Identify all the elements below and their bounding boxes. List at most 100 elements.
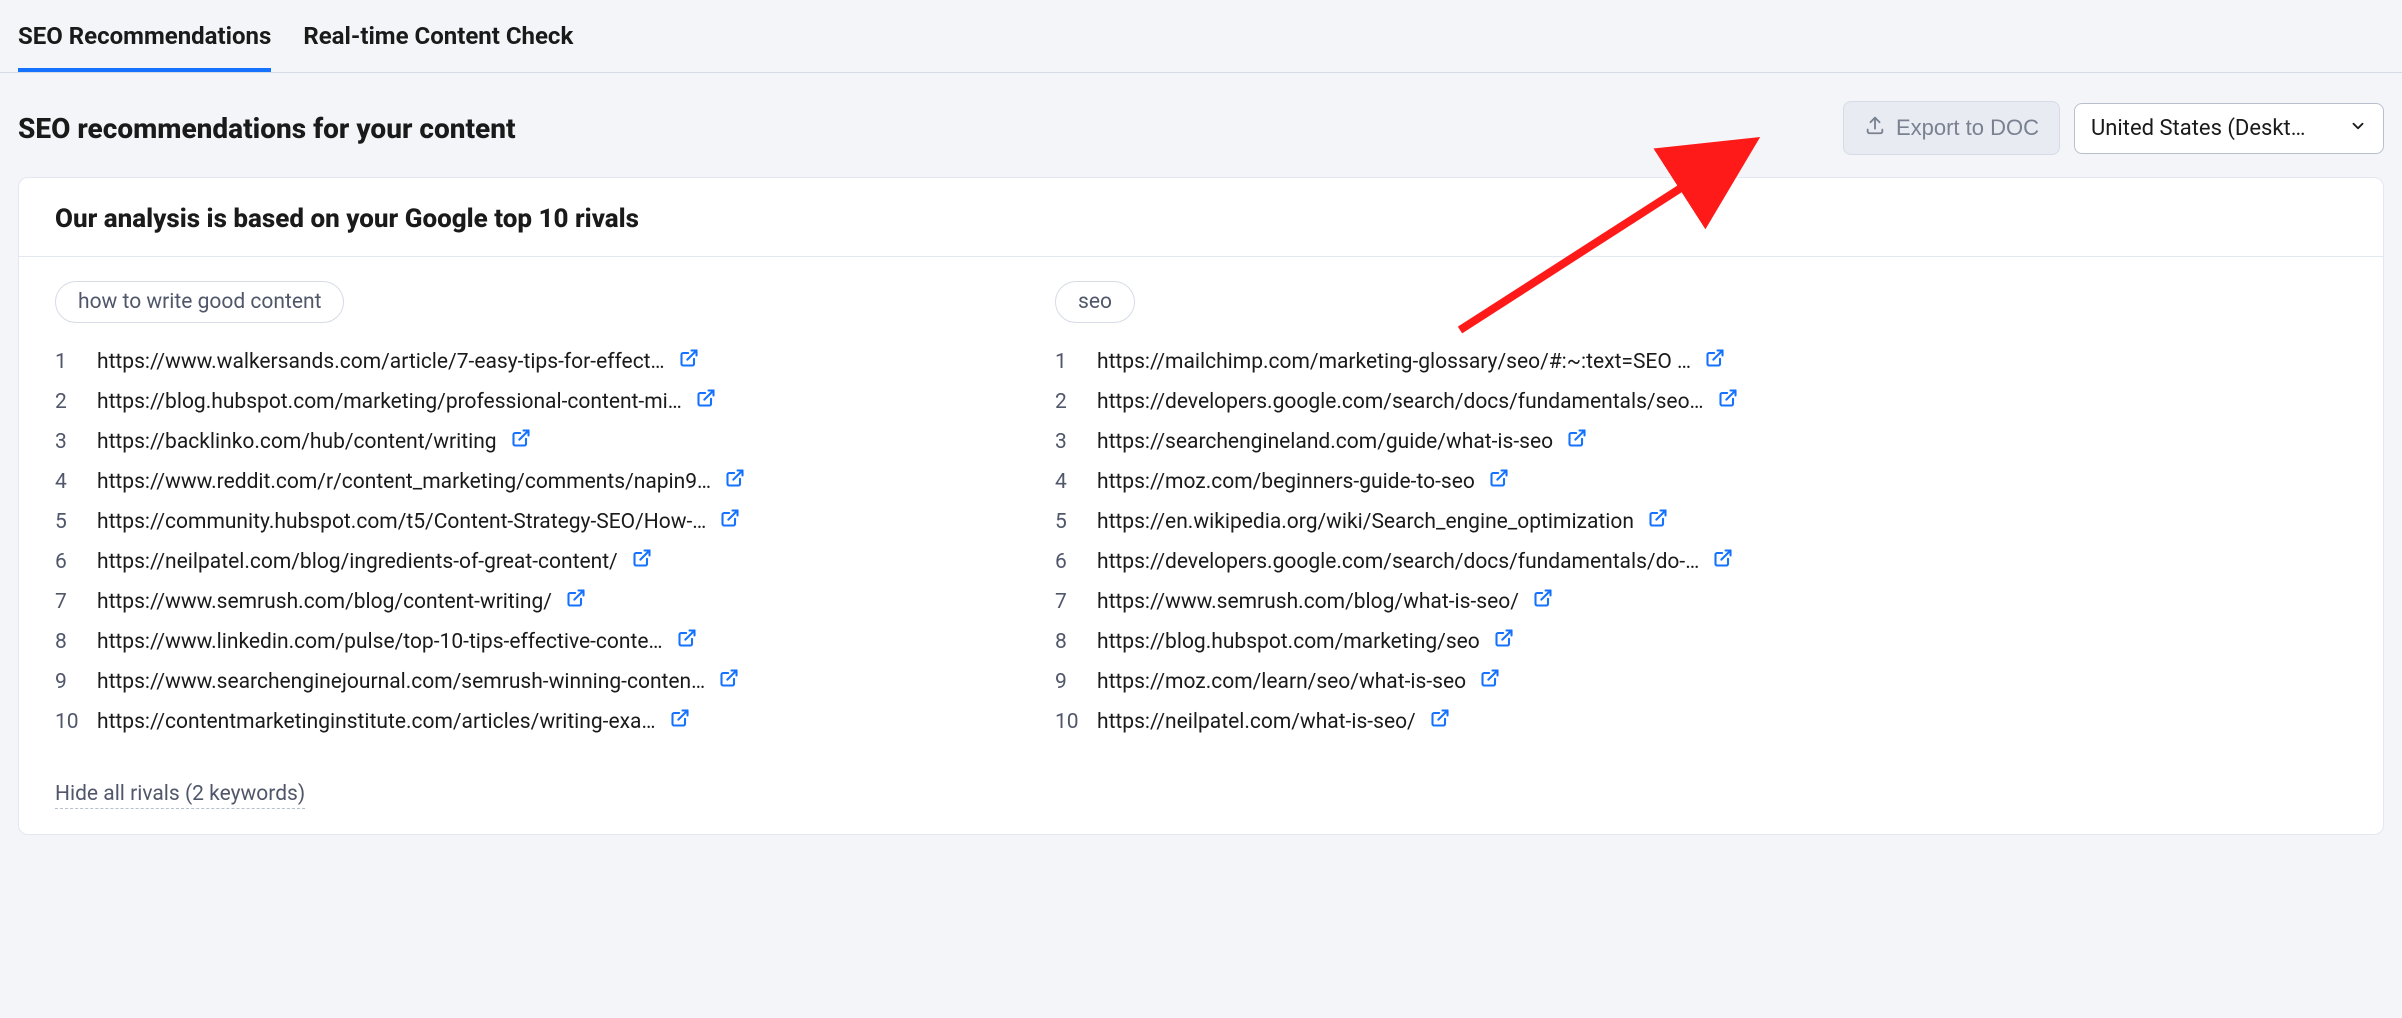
external-link-icon[interactable] <box>632 548 652 568</box>
rival-row: 7 https://www.semrush.com/blog/content-wr… <box>55 581 1015 621</box>
external-link-icon[interactable] <box>1480 668 1500 688</box>
rival-row: 8 https://blog.hubspot.com/marketing/seo <box>1055 621 2015 661</box>
rivals-columns: how to write good content 1 https://www.w… <box>19 257 2383 751</box>
rival-row: 4 https://moz.com/beginners-guide-to-seo <box>1055 461 2015 501</box>
keyword-chip[interactable]: how to write good content <box>55 281 344 323</box>
external-link-icon[interactable] <box>511 428 531 448</box>
rival-url: https://www.walkersands.com/article/7-ea… <box>97 350 665 374</box>
row-number: 5 <box>1055 510 1083 534</box>
rival-row: 9 https://www.searchenginejournal.com/sem… <box>55 661 1015 701</box>
row-number: 9 <box>1055 670 1083 694</box>
external-link-icon[interactable] <box>1494 628 1514 648</box>
rivals-list: 1 https://mailchimp.com/marketing-glossar… <box>1055 341 2015 741</box>
rival-url: https://en.wikipedia.org/wiki/Search_eng… <box>1097 510 1634 534</box>
external-link-icon[interactable] <box>720 508 740 528</box>
rivals-card-title: Our analysis is based on your Google top… <box>19 178 2383 257</box>
rivals-card: Our analysis is based on your Google top… <box>18 177 2384 835</box>
rival-url: https://www.linkedin.com/pulse/top-10-ti… <box>97 630 663 654</box>
rival-row: 10 https://contentmarketinginstitute.com/… <box>55 701 1015 741</box>
external-link-icon[interactable] <box>1533 588 1553 608</box>
rival-row: 6 https://developers.google.com/search/do… <box>1055 541 2015 581</box>
rival-url: https://neilpatel.com/blog/ingredients-o… <box>97 550 618 574</box>
rival-url: https://moz.com/learn/seo/what-is-seo <box>1097 670 1466 694</box>
row-number: 3 <box>1055 430 1083 454</box>
rival-row: 10 https://neilpatel.com/what-is-seo/ <box>1055 701 2015 741</box>
external-link-icon[interactable] <box>1705 348 1725 368</box>
row-number: 1 <box>55 350 83 374</box>
rival-row: 1 https://www.walkersands.com/article/7-e… <box>55 341 1015 381</box>
tab-seo-recommendations[interactable]: SEO Recommendations <box>18 0 271 72</box>
row-number: 2 <box>1055 390 1083 414</box>
rival-row: 8 https://www.linkedin.com/pulse/top-10-t… <box>55 621 1015 661</box>
export-label: Export to DOC <box>1896 115 2039 141</box>
rival-url: https://developers.google.com/search/doc… <box>1097 550 1699 574</box>
row-number: 8 <box>1055 630 1083 654</box>
row-number: 1 <box>1055 350 1083 374</box>
rival-url: https://community.hubspot.com/t5/Content… <box>97 510 706 534</box>
rival-url: https://www.searchenginejournal.com/semr… <box>97 670 705 694</box>
external-link-icon[interactable] <box>1718 388 1738 408</box>
rival-url: https://searchengineland.com/guide/what-… <box>1097 430 1553 454</box>
row-number: 10 <box>1055 710 1083 734</box>
rival-url: https://blog.hubspot.com/marketing/profe… <box>97 390 682 414</box>
rival-url: https://mailchimp.com/marketing-glossary… <box>1097 350 1691 374</box>
row-number: 7 <box>1055 590 1083 614</box>
external-link-icon[interactable] <box>696 388 716 408</box>
upload-icon <box>1864 114 1886 142</box>
row-number: 2 <box>55 390 83 414</box>
external-link-icon[interactable] <box>719 668 739 688</box>
rivals-column: seo 1 https://mailchimp.com/marketing-glo… <box>1055 281 2015 741</box>
chevron-down-icon <box>2349 116 2367 141</box>
rival-row: 2 https://developers.google.com/search/do… <box>1055 381 2015 421</box>
rival-url: https://moz.com/beginners-guide-to-seo <box>1097 470 1475 494</box>
external-link-icon[interactable] <box>679 348 699 368</box>
rivals-column: how to write good content 1 https://www.w… <box>55 281 1015 741</box>
row-number: 7 <box>55 590 83 614</box>
location-select[interactable]: United States (Deskt… <box>2074 103 2384 154</box>
rival-row: 9 https://moz.com/learn/seo/what-is-seo <box>1055 661 2015 701</box>
rival-row: 2 https://blog.hubspot.com/marketing/prof… <box>55 381 1015 421</box>
rival-url: https://developers.google.com/search/doc… <box>1097 390 1704 414</box>
row-number: 8 <box>55 630 83 654</box>
rival-url: https://backlinko.com/hub/content/writin… <box>97 430 497 454</box>
row-number: 5 <box>55 510 83 534</box>
rival-url: https://www.reddit.com/r/content_marketi… <box>97 470 711 494</box>
row-number: 4 <box>55 470 83 494</box>
row-number: 3 <box>55 430 83 454</box>
row-number: 10 <box>55 710 83 734</box>
rival-url: https://neilpatel.com/what-is-seo/ <box>1097 710 1416 734</box>
external-link-icon[interactable] <box>1713 548 1733 568</box>
rival-row: 5 https://community.hubspot.com/t5/Conten… <box>55 501 1015 541</box>
row-number: 6 <box>1055 550 1083 574</box>
location-select-label: United States (Deskt… <box>2091 116 2305 141</box>
external-link-icon[interactable] <box>725 468 745 488</box>
external-link-icon[interactable] <box>566 588 586 608</box>
external-link-icon[interactable] <box>670 708 690 728</box>
rival-row: 3 https://searchengineland.com/guide/what… <box>1055 421 2015 461</box>
external-link-icon[interactable] <box>1489 468 1509 488</box>
rival-row: 1 https://mailchimp.com/marketing-glossar… <box>1055 341 2015 381</box>
keyword-chip[interactable]: seo <box>1055 281 1135 323</box>
hide-rivals-link[interactable]: Hide all rivals (2 keywords) <box>55 782 305 809</box>
rival-url: https://blog.hubspot.com/marketing/seo <box>1097 630 1480 654</box>
header-actions: Export to DOC United States (Deskt… <box>1843 101 2384 155</box>
rival-row: 3 https://backlinko.com/hub/content/writi… <box>55 421 1015 461</box>
tabs-bar: SEO Recommendations Real-time Content Ch… <box>0 0 2402 73</box>
rival-url: https://www.semrush.com/blog/what-is-seo… <box>1097 590 1519 614</box>
row-number: 9 <box>55 670 83 694</box>
rival-row: 6https://neilpatel.com/blog/ingredients-… <box>55 541 1015 581</box>
rival-url: https://contentmarketinginstitute.com/ar… <box>97 710 656 734</box>
external-link-icon[interactable] <box>677 628 697 648</box>
rival-row: 7 https://www.semrush.com/blog/what-is-se… <box>1055 581 2015 621</box>
rival-url: https://www.semrush.com/blog/content-wri… <box>97 590 552 614</box>
page-title: SEO recommendations for your content <box>18 112 516 145</box>
rival-row: 5 https://en.wikipedia.org/wiki/Search_en… <box>1055 501 2015 541</box>
external-link-icon[interactable] <box>1567 428 1587 448</box>
header-row: SEO recommendations for your content Exp… <box>0 73 2402 177</box>
export-to-doc-button[interactable]: Export to DOC <box>1843 101 2060 155</box>
tab-realtime-content-check[interactable]: Real-time Content Check <box>303 0 573 72</box>
row-number: 4 <box>1055 470 1083 494</box>
external-link-icon[interactable] <box>1648 508 1668 528</box>
rival-row: 4 https://www.reddit.com/r/content_market… <box>55 461 1015 501</box>
external-link-icon[interactable] <box>1430 708 1450 728</box>
